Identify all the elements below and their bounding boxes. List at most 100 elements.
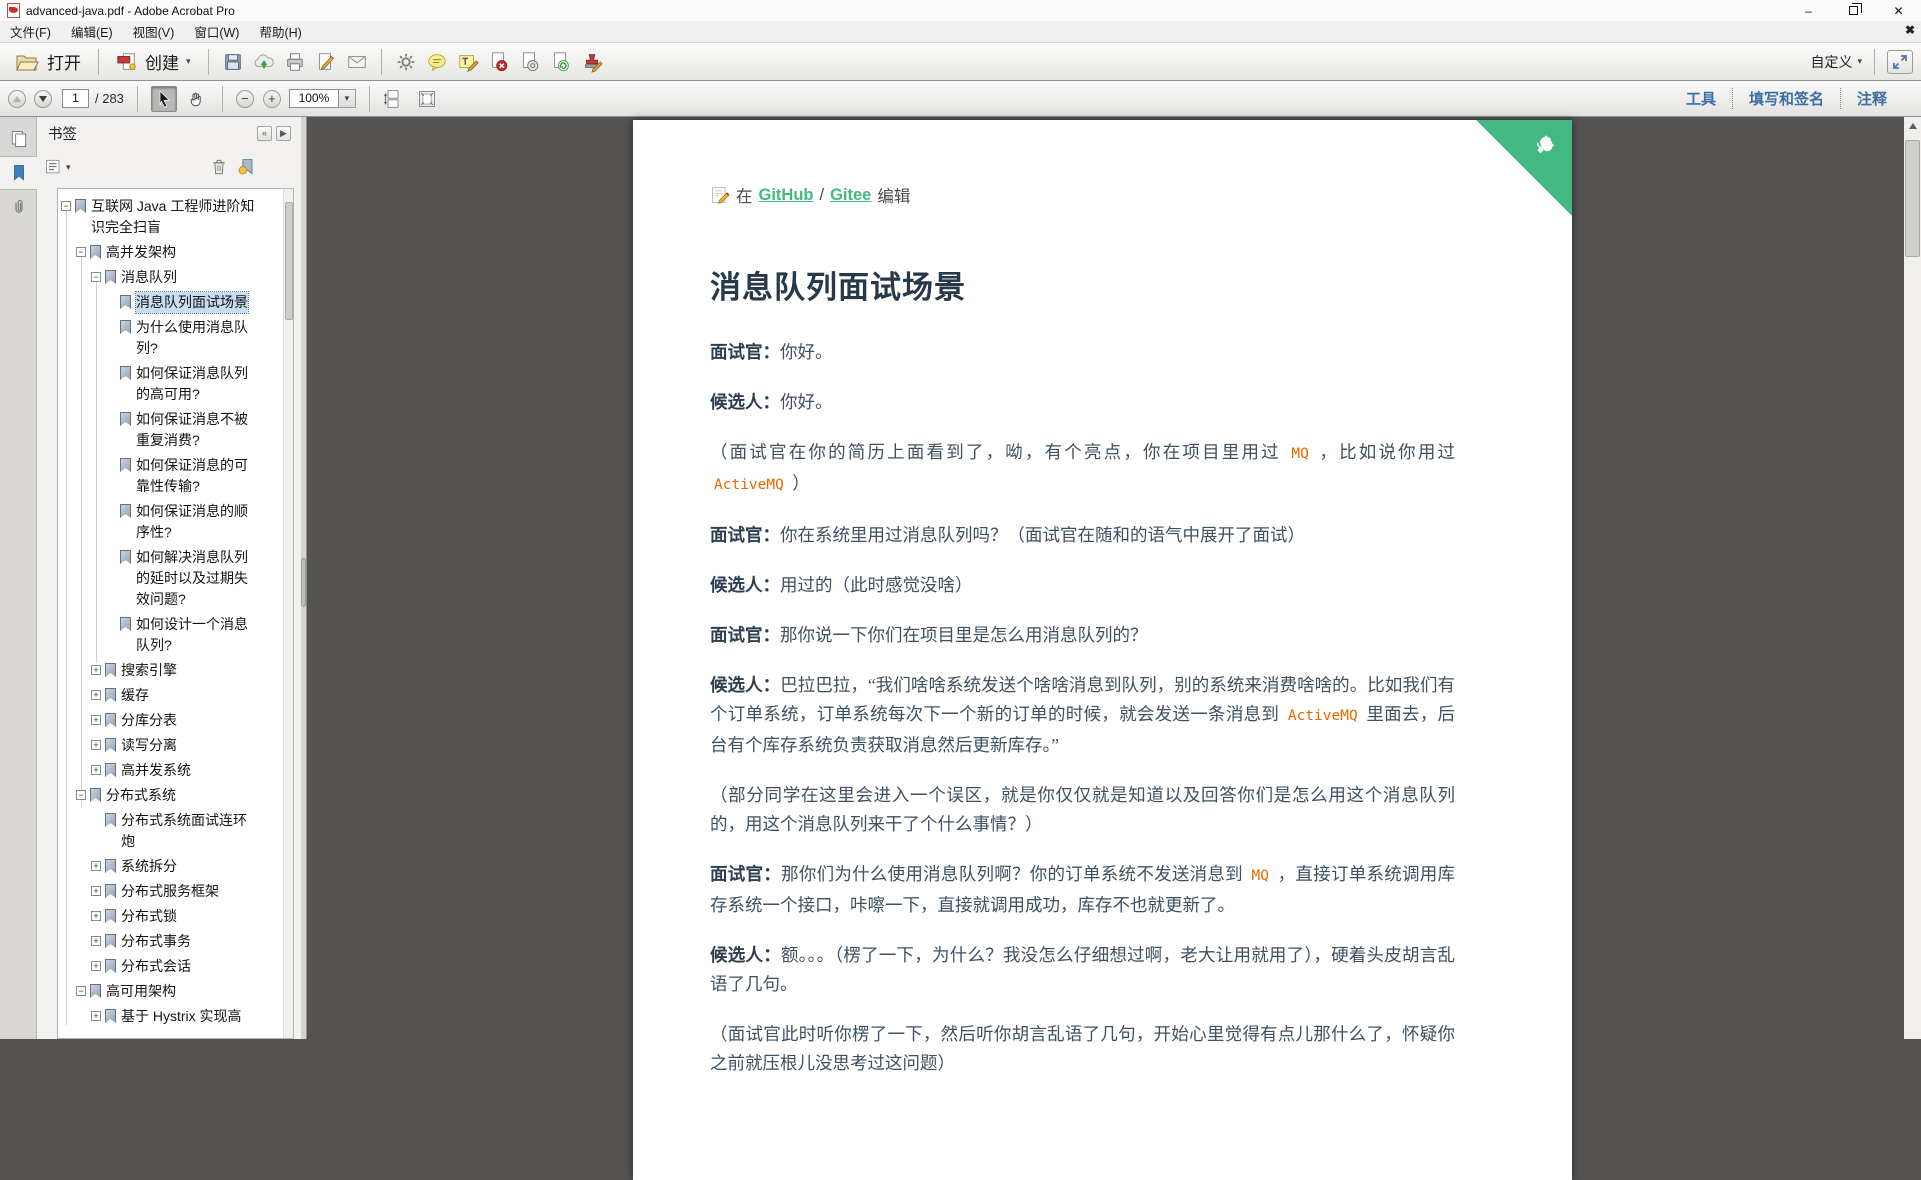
bookmark-label[interactable]: 如何设计一个消息 队列? [136, 614, 261, 656]
bookmark-item[interactable]: + 分布式服务框架 [58, 881, 261, 902]
scrolling-mode-icon[interactable] [383, 89, 403, 109]
menu-item-4[interactable]: 帮助(H) [249, 21, 311, 42]
expand-toggle-icon[interactable]: + [91, 886, 101, 896]
document-close-icon[interactable]: ✖ [1905, 23, 1915, 37]
bookmark-label[interactable]: 分库分表 [121, 710, 261, 731]
scrollbar-thumb[interactable] [1905, 140, 1920, 257]
bookmark-label[interactable]: 搜索引擎 [121, 660, 261, 681]
bookmark-item[interactable]: + 缓存 [58, 685, 261, 706]
expand-toggle-icon[interactable]: + [91, 665, 101, 675]
select-tool-button[interactable] [150, 85, 177, 112]
bookmark-item[interactable]: − 分布式系统 [58, 785, 261, 806]
expand-toggle-icon[interactable]: + [91, 861, 101, 871]
bookmark-item[interactable]: + 基于 Hystrix 实现高 [58, 1006, 261, 1027]
previous-page-button[interactable] [8, 89, 26, 108]
bookmark-label[interactable]: 如何保证消息队列 的高可用? [136, 363, 261, 405]
hand-tool-button[interactable] [183, 86, 209, 112]
bookmark-item[interactable]: 如何保证消息的顺 序性? [58, 501, 261, 543]
sign-icon[interactable] [315, 51, 337, 73]
bookmark-label[interactable]: 高并发系统 [121, 760, 261, 781]
zoom-in-button[interactable]: + [262, 89, 281, 108]
splitter-grip[interactable] [301, 558, 306, 607]
text-note-icon[interactable] [457, 51, 479, 73]
bookmark-item[interactable]: + 分布式会话 [58, 956, 261, 977]
menu-item-2[interactable]: 视图(V) [123, 21, 185, 42]
expand-toggle-icon[interactable]: + [91, 765, 101, 775]
collapse-toggle-icon[interactable]: − [76, 790, 86, 800]
bookmark-label[interactable]: 分布式系统面试连环 炮 [121, 810, 261, 852]
page-thumbnails-tab[interactable] [0, 122, 37, 156]
bookmark-item[interactable]: + 搜索引擎 [58, 660, 261, 681]
bookmark-item[interactable]: + 系统拆分 [58, 856, 261, 877]
share-upload-icon[interactable] [253, 51, 275, 73]
expand-toggle-icon[interactable]: + [91, 715, 101, 725]
panel-menu-button[interactable]: ▶ [276, 125, 291, 141]
bookmark-label[interactable]: 分布式锁 [121, 906, 261, 927]
collapse-toggle-icon[interactable]: − [61, 201, 71, 211]
bookmarks-tab[interactable] [0, 156, 37, 190]
customize-label[interactable]: 自定义 [1810, 52, 1852, 72]
email-icon[interactable] [346, 51, 368, 73]
bookmark-item[interactable]: 如何保证消息队列 的高可用? [58, 363, 261, 405]
bookmark-label[interactable]: 互联网 Java 工程师进阶知 识完全扫盲 [91, 196, 261, 238]
bookmark-item[interactable]: + 分库分表 [58, 710, 261, 731]
bookmark-label[interactable]: 基于 Hystrix 实现高 [121, 1006, 261, 1027]
bookmark-label[interactable]: 为什么使用消息队 列? [136, 317, 261, 359]
next-page-button[interactable] [34, 89, 52, 108]
bookmark-item[interactable]: − 消息队列 [58, 267, 261, 288]
bookmark-label[interactable]: 消息队列 [121, 267, 261, 288]
gitee-link[interactable]: Gitee [830, 186, 871, 205]
github-link[interactable]: GitHub [759, 186, 814, 205]
expand-toggle-icon[interactable]: + [91, 936, 101, 946]
export-icon[interactable] [550, 51, 572, 73]
tree-scrollbar[interactable] [283, 189, 293, 1038]
bookmark-item[interactable]: − 高并发架构 [58, 242, 261, 263]
bookmark-item[interactable]: 为什么使用消息队 列? [58, 317, 261, 359]
tab-tools[interactable]: 工具 [1670, 88, 1732, 109]
gear-icon[interactable] [395, 51, 417, 73]
bookmark-label[interactable]: 分布式事务 [121, 931, 261, 952]
scroll-up-button[interactable] [1904, 117, 1921, 134]
bookmark-label[interactable]: 分布式系统 [106, 785, 261, 806]
collapse-toggle-icon[interactable]: − [76, 986, 86, 996]
bookmark-item[interactable]: 消息队列面试场景 [58, 291, 261, 314]
expand-toolbar-button[interactable] [1887, 49, 1913, 74]
bookmark-item[interactable]: − 互联网 Java 工程师进阶知 识完全扫盲 [58, 196, 261, 238]
bookmark-label[interactable]: 分布式服务框架 [121, 881, 261, 902]
menu-item-0[interactable]: 文件(F) [0, 21, 61, 42]
restore-button[interactable] [1831, 0, 1876, 21]
collapse-toggle-icon[interactable]: − [76, 247, 86, 257]
bookmark-item[interactable]: − 高可用架构 [58, 981, 261, 1002]
bookmark-item[interactable]: + 分布式事务 [58, 931, 261, 952]
tree-scrollbar-thumb[interactable] [285, 202, 293, 320]
create-button[interactable]: 创建 ▾ [112, 47, 195, 76]
menu-item-1[interactable]: 编辑(E) [61, 21, 123, 42]
save-icon[interactable] [222, 51, 244, 73]
attach-file-icon[interactable] [519, 51, 541, 73]
bookmark-item[interactable]: 如何解决消息队列 的延时以及过期失 效问题? [58, 547, 261, 610]
expand-toggle-icon[interactable]: + [91, 961, 101, 971]
minimize-button[interactable]: – [1786, 0, 1831, 21]
bookmark-label[interactable]: 如何解决消息队列 的延时以及过期失 效问题? [136, 547, 261, 610]
zoom-dropdown-button[interactable]: ▾ [338, 89, 356, 108]
fit-page-icon[interactable] [417, 89, 437, 109]
print-icon[interactable] [284, 51, 306, 73]
bookmark-item[interactable]: 分布式系统面试连环 炮 [58, 810, 261, 852]
bookmark-label[interactable]: 系统拆分 [121, 856, 261, 877]
open-button[interactable]: 打开 [10, 47, 85, 76]
vertical-scrollbar[interactable] [1904, 117, 1921, 1039]
expand-toggle-icon[interactable]: + [91, 911, 101, 921]
bookmark-label[interactable]: 分布式会话 [121, 956, 261, 977]
bookmark-label[interactable]: 缓存 [121, 685, 261, 706]
bookmark-label[interactable]: 如何保证消息的顺 序性? [136, 501, 261, 543]
tab-fill-sign[interactable]: 填写和签名 [1731, 88, 1840, 109]
attachments-tab[interactable] [0, 190, 37, 224]
page-number-input[interactable]: 1 [62, 89, 89, 108]
bookmark-item[interactable]: 如何保证消息不被 重复消费? [58, 409, 261, 451]
zoom-level-input[interactable]: 100% [288, 89, 339, 108]
zoom-out-button[interactable]: − [235, 89, 254, 108]
bookmark-item[interactable]: 如何设计一个消息 队列? [58, 614, 261, 656]
collapse-panel-button[interactable]: « [257, 125, 272, 141]
collapse-toggle-icon[interactable]: − [91, 272, 101, 282]
expand-toggle-icon[interactable]: + [91, 1011, 101, 1021]
